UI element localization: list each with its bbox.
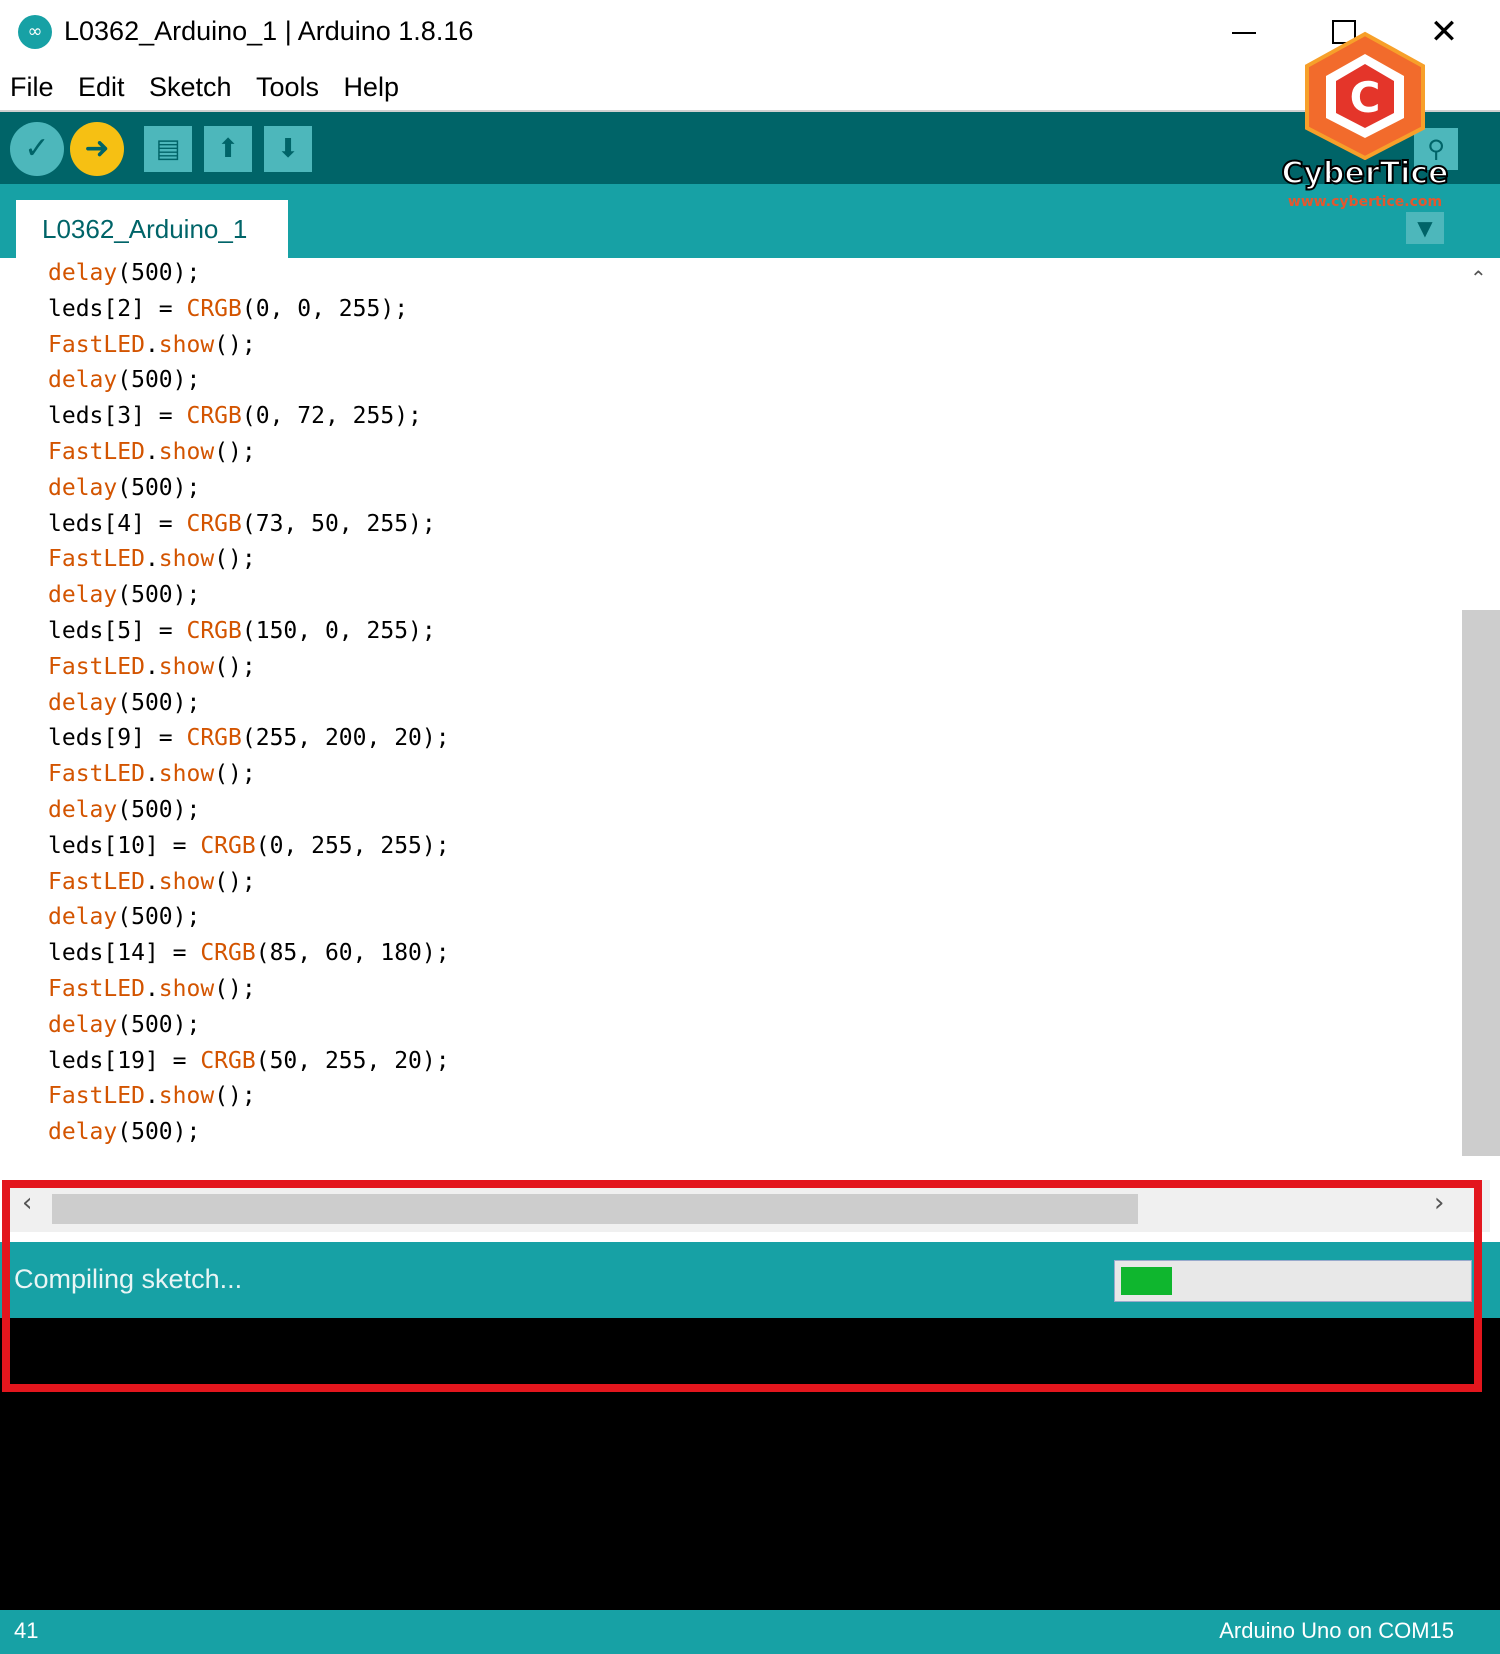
verify-button[interactable]: ✓ [10,122,64,176]
code-line: leds[19] = CRGB(50, 255, 20); [48,1047,450,1074]
menu-file[interactable]: File [0,64,64,103]
code-line: delay(500); [48,474,201,501]
tab-label: L0362_Arduino_1 [42,214,248,244]
code-line: delay(500); [48,1119,201,1146]
menu-edit[interactable]: Edit [68,64,135,103]
scroll-up-icon[interactable]: ⌃ [1470,266,1487,290]
code-line: leds[10] = CRGB(0, 255, 255); [48,832,450,859]
code-line: FastLED.show(); [48,761,256,788]
new-sketch-button[interactable]: ▤ [144,126,192,172]
code-line: FastLED.show(); [48,331,256,358]
code-line: FastLED.show(); [48,1083,256,1110]
code-line: delay(500); [48,367,201,394]
vertical-scrollbar[interactable]: ⌃ [1462,258,1500,1178]
code-line: delay(500); [48,689,201,716]
code-line: leds[3] = CRGB(0, 72, 255); [48,403,422,430]
code-line: delay(500); [48,260,201,286]
code-line: delay(500); [48,1011,201,1038]
bottom-status-bar: 41 Arduino Uno on COM15 [0,1610,1500,1654]
code-line: FastLED.show(); [48,546,256,573]
highlight-annotation [2,1180,1482,1392]
toolbar: ✓ ➜ ▤ ⬆ ⬇ ⚲ [0,112,1500,184]
svg-text:C: C [1350,73,1381,122]
title-bar: ∞ L0362_Arduino_1 | Arduino 1.8.16 ✕ [0,0,1500,64]
upload-button[interactable]: ➜ [70,122,124,176]
code-line: FastLED.show(); [48,439,256,465]
code-line: leds[2] = CRGB(0, 0, 255); [48,295,409,322]
code-line: leds[9] = CRGB(255, 200, 20); [48,725,450,752]
code-line: delay(500); [48,582,201,609]
cybertice-logo-icon: C [1305,31,1425,161]
logo-brand-text: CyberTice [1280,155,1449,192]
code-line: leds[4] = CRGB(73, 50, 255); [48,510,436,537]
cybertice-logo: C CyberTice www.cybertice.com [1280,30,1450,220]
logo-url-text: www.cybertice.com [1287,194,1443,210]
code-editor[interactable]: delay(500); leds[2] = CRGB(0, 0, 255); Fas… [0,258,1462,1178]
code-line: delay(500); [48,904,201,931]
line-number: 41 [14,1618,39,1643]
tab-sketch[interactable]: L0362_Arduino_1 [16,200,288,258]
open-sketch-button[interactable]: ⬆ [204,126,252,172]
code-line: FastLED.show(); [48,653,256,680]
code-line: FastLED.show(); [48,976,256,1002]
menu-tools[interactable]: Tools [246,64,329,103]
save-sketch-button[interactable]: ⬇ [264,126,312,172]
minimize-button[interactable] [1214,10,1274,54]
code-line: leds[14] = CRGB(85, 60, 180); [48,940,450,967]
code-line: leds[5] = CRGB(150, 0, 255); [48,618,436,644]
code-line: FastLED.show(); [48,868,256,895]
vertical-scroll-thumb[interactable] [1462,610,1500,1156]
arduino-logo-icon: ∞ [18,15,52,49]
code-line: delay(500); [48,797,201,823]
board-port-info: Arduino Uno on COM15 [1219,1618,1454,1643]
window-title: L0362_Arduino_1 | Arduino 1.8.16 [64,16,474,46]
menu-help[interactable]: Help [333,64,409,103]
menu-bar: File Edit Sketch Tools Help [0,64,1500,112]
tab-bar: L0362_Arduino_1 ▼ [0,184,1500,258]
menu-sketch[interactable]: Sketch [139,64,242,103]
